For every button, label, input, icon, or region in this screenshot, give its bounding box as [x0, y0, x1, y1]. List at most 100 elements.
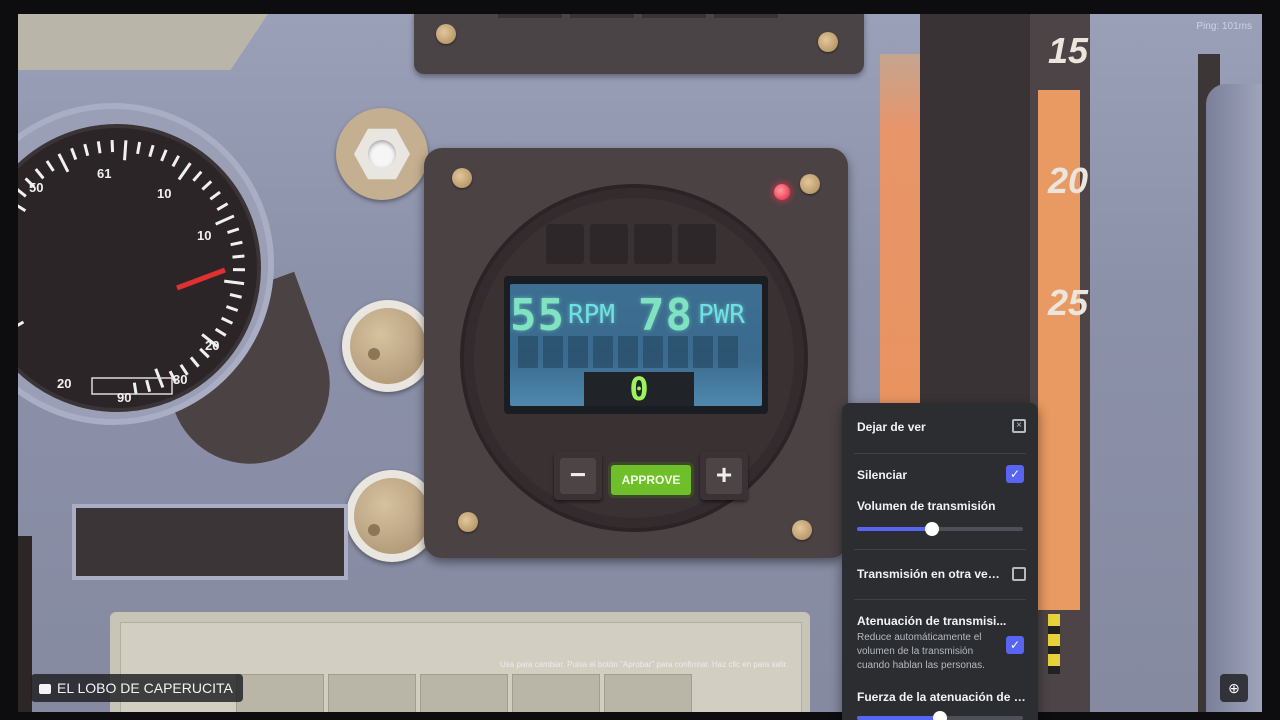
gauge-label: 20: [57, 376, 72, 391]
attenuation-strength-row: Fuerza de la atenuación de tr...: [857, 690, 1026, 704]
gauge-tick: [224, 279, 245, 286]
rotary-knob-upper[interactable]: [342, 300, 434, 392]
mute-row[interactable]: Silenciar ✓: [857, 465, 1026, 483]
gauge-tick: [18, 204, 27, 213]
stop-watching-label: Dejar de ver: [857, 420, 926, 434]
gauge-tick: [34, 168, 45, 180]
gauge-tick: [18, 320, 25, 327]
gauge-label: 50: [29, 180, 44, 195]
decrease-button[interactable]: −: [554, 452, 602, 500]
gauge-label: 30: [173, 372, 188, 387]
gauge-tick: [96, 141, 102, 154]
screw: [792, 520, 812, 540]
hex-nut: [336, 108, 428, 200]
gauge-tick: [226, 227, 240, 234]
approve-button[interactable]: APPROVE: [611, 465, 691, 495]
scale-number: 25: [1048, 282, 1089, 323]
external-link-icon: [1012, 567, 1026, 581]
close-stream-icon[interactable]: ×: [1012, 419, 1026, 433]
gauge-tick: [145, 379, 152, 393]
gauge-label: 20: [205, 338, 220, 353]
mute-checkbox[interactable]: ✓: [1006, 465, 1024, 483]
gauge-tick: [132, 382, 138, 395]
right-pillar: [1206, 84, 1262, 712]
gauge-label: 10: [157, 186, 172, 201]
divider: [854, 599, 1026, 600]
rpm-value: 55: [510, 290, 565, 341]
gauge-tick: [214, 327, 227, 337]
zoom-icon: ⊕: [1228, 680, 1240, 696]
dark-panel: [76, 508, 344, 576]
attenuation-thumb[interactable]: [933, 711, 947, 720]
zoom-button[interactable]: ⊕: [1220, 674, 1248, 702]
gauge-tick: [177, 162, 192, 181]
gauge-tick: [45, 160, 55, 172]
gauge-tick: [57, 153, 70, 173]
gauge-tick: [123, 140, 128, 161]
stream-options-popup: Dejar de ver × Silenciar ✓ Volumen de tr…: [842, 403, 1038, 720]
pwr-unit: PWR: [698, 300, 745, 330]
stream-name: EL LOBO DE CAPERUCITA: [57, 680, 233, 696]
gauge-tick: [148, 144, 155, 158]
plus-icon: +: [706, 458, 742, 494]
pwr-value: 78: [638, 290, 693, 341]
attenuation-row[interactable]: Atenuación de transmisi... Reduce automá…: [857, 614, 1026, 673]
gauge-tick: [232, 254, 245, 259]
screw: [458, 512, 478, 532]
screw: [818, 32, 838, 52]
screw: [452, 168, 472, 188]
lcd-screen: 55 RPM 78 PWR 0: [504, 276, 768, 414]
left-edge: [18, 536, 32, 712]
gauge-tick: [83, 143, 90, 157]
popout-row[interactable]: Transmisión en otra vent...: [857, 567, 1026, 581]
gauge-tick: [225, 305, 239, 312]
segment-cells: [518, 336, 754, 370]
control-hint: Usa para cambiar. Pulsa el botón "Aproba…: [500, 660, 789, 669]
top-left-plate: [18, 14, 268, 70]
gauge-tick: [216, 202, 229, 211]
orange-strip: [880, 54, 920, 434]
gauge-label: 10: [197, 228, 212, 243]
gauge-tick: [230, 240, 243, 247]
top-slot: [498, 14, 562, 18]
attenuation-strength-slider[interactable]: [857, 711, 1023, 720]
scale-number: 15: [1048, 30, 1089, 71]
gauge-tick: [229, 293, 242, 299]
attenuation-strength-label: Fuerza de la atenuación de tr...: [857, 690, 1026, 704]
gauge-tick: [201, 180, 213, 191]
gauge-tick: [171, 155, 180, 168]
gauge-tick: [18, 188, 27, 198]
gauge-tick: [209, 190, 221, 201]
gauge-tick: [215, 214, 235, 226]
counter-display: 0: [584, 370, 694, 406]
screw: [436, 24, 456, 44]
volume-slider[interactable]: [857, 522, 1023, 536]
stop-watching-row[interactable]: Dejar de ver ×: [857, 419, 1026, 434]
engine-control-unit: 55 RPM 78 PWR 0 − APPROVE +: [424, 148, 848, 558]
volume-fill: [857, 527, 932, 531]
game-viewport[interactable]: 50 61 10 10 20 30 90 20 55 RPM 78 PWR 0 …: [18, 14, 1262, 712]
attenuation-fill: [857, 716, 940, 720]
top-plate: [414, 14, 864, 74]
gauge-tick: [136, 141, 142, 155]
gauge-label: 61: [97, 166, 112, 181]
attenuation-description: Reduce automáticamente el volumen de la …: [857, 632, 985, 671]
popout-label: Transmisión en otra vent...: [857, 567, 1007, 581]
ping-indicator: Ping: 101ms: [1196, 21, 1252, 32]
top-slot: [642, 14, 706, 18]
counter-value: 0: [629, 370, 649, 406]
top-slot: [570, 14, 634, 18]
bottom-keys: [236, 674, 706, 712]
gauge-tick: [192, 170, 203, 182]
gauge-tick: [160, 149, 168, 162]
minus-icon: −: [560, 458, 596, 494]
volume-thumb[interactable]: [924, 522, 939, 536]
attenuation-label: Atenuación de transmisi...: [857, 614, 1007, 628]
gauge-tick: [189, 356, 200, 368]
gauge-label: 90: [117, 390, 132, 405]
gauge-tick: [70, 147, 78, 161]
divider: [854, 453, 1026, 454]
increase-button[interactable]: +: [700, 452, 748, 500]
attenuation-checkbox[interactable]: ✓: [1006, 636, 1024, 654]
gauge-tick: [220, 316, 234, 325]
